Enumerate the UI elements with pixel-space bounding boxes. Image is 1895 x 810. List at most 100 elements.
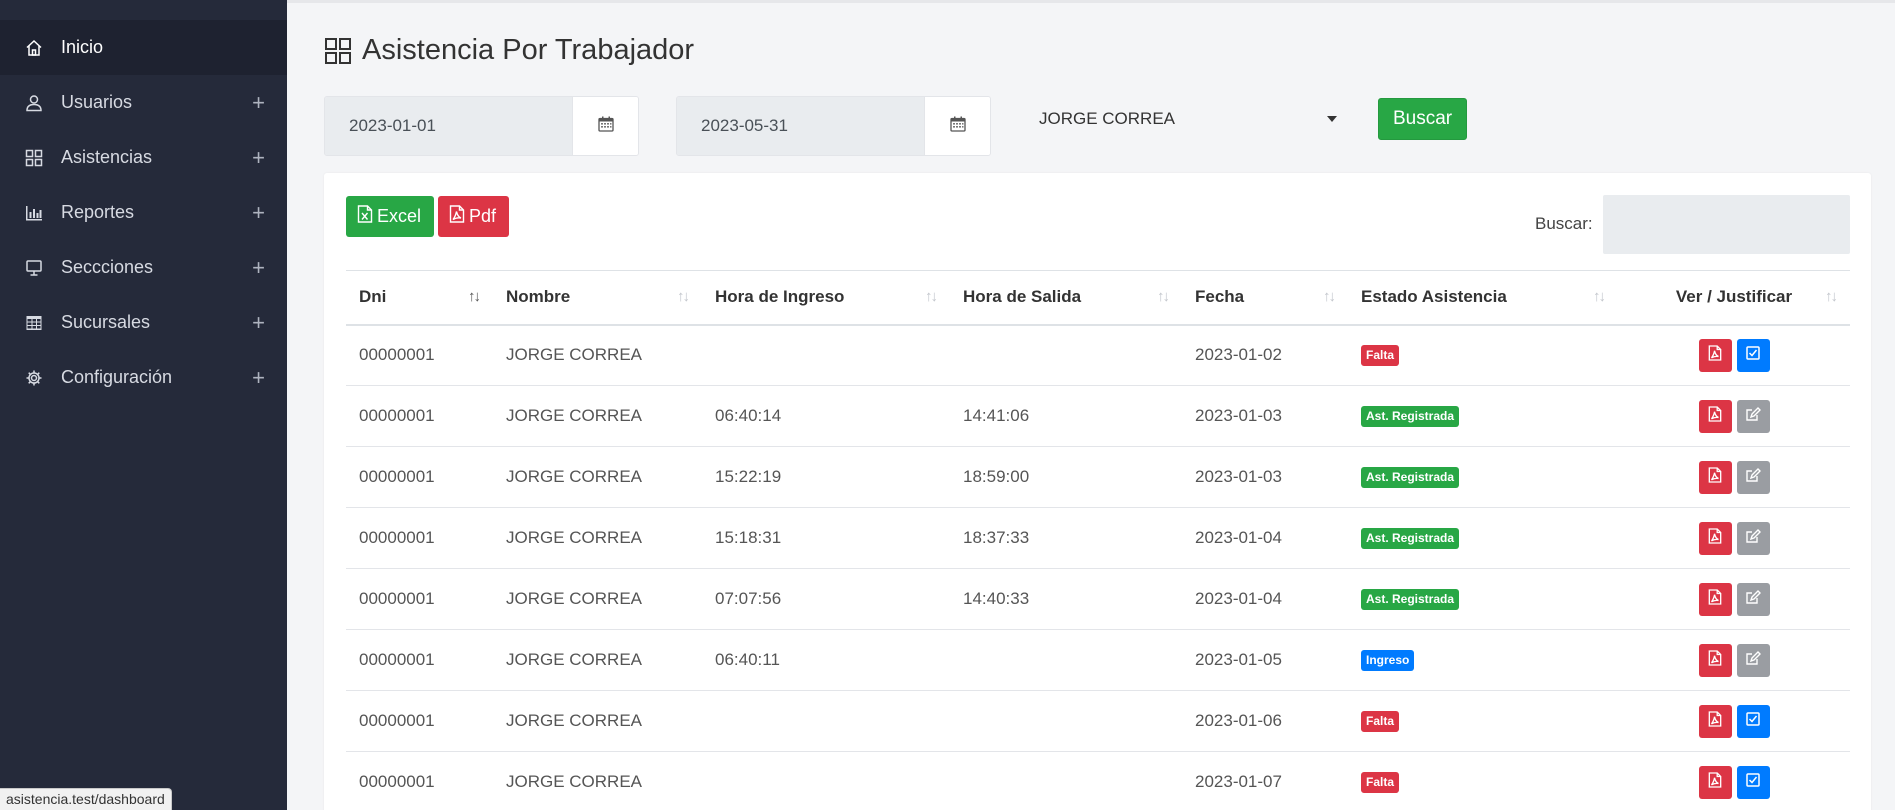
edit-button[interactable] xyxy=(1736,399,1770,433)
cell-fecha: 2023-01-05 xyxy=(1182,629,1348,691)
sidebar-nav: Inicio Usuarios + Asistencias + Reportes… xyxy=(0,0,287,405)
column-header-hora-salida[interactable]: Hora de Salida ↑↓ xyxy=(950,270,1182,326)
sidebar-item-reportes[interactable]: Reportes + xyxy=(0,185,287,240)
row-actions xyxy=(1698,643,1770,677)
status-badge: Falta xyxy=(1361,711,1400,732)
view-pdf-button[interactable] xyxy=(1698,338,1732,372)
sort-icon: ↑↓ xyxy=(1157,288,1170,305)
edit-button[interactable] xyxy=(1736,582,1770,616)
column-header-estado[interactable]: Estado Asistencia ↑↓ xyxy=(1348,270,1618,326)
cell-fecha: 2023-01-03 xyxy=(1182,446,1348,508)
plus-icon[interactable]: + xyxy=(252,200,265,226)
date-from-input[interactable] xyxy=(325,97,572,155)
sidebar-item-asistencias[interactable]: Asistencias + xyxy=(0,130,287,185)
plus-icon[interactable]: + xyxy=(252,90,265,116)
status-badge: Ast. Registrada xyxy=(1361,467,1460,488)
plus-icon[interactable]: + xyxy=(252,310,265,336)
view-pdf-button[interactable] xyxy=(1698,704,1732,738)
view-pdf-button[interactable] xyxy=(1698,399,1732,433)
worker-select[interactable]: JORGE CORREA xyxy=(1033,97,1343,141)
column-header-fecha[interactable]: Fecha ↑↓ xyxy=(1182,270,1348,326)
table-row: 00000001 JORGE CORREA 2023-01-07 Falta xyxy=(346,751,1850,810)
column-header-acciones[interactable]: Ver / Justificar ↑↓ xyxy=(1618,270,1850,326)
cell-hora-salida xyxy=(950,324,1182,386)
file-pdf-icon xyxy=(1708,527,1722,549)
table-row: 00000001 JORGE CORREA 06:40:11 2023-01-05 In… xyxy=(346,629,1850,691)
view-pdf-button[interactable] xyxy=(1698,765,1732,799)
cell-estado: Ast. Registrada xyxy=(1348,568,1618,630)
sidebar-item-label: Seccciones xyxy=(61,257,154,277)
sidebar-item-inicio[interactable]: Inicio xyxy=(0,20,287,75)
cell-fecha: 2023-01-07 xyxy=(1182,751,1348,810)
cell-hora-salida xyxy=(950,690,1182,752)
view-pdf-button[interactable] xyxy=(1698,643,1732,677)
table-row: 00000001 JORGE CORREA 07:07:56 14:40:33 2023… xyxy=(346,568,1850,630)
row-actions xyxy=(1698,765,1770,799)
cell-nombre: JORGE CORREA xyxy=(493,690,702,752)
cell-hora-ingreso: 06:40:14 xyxy=(702,385,950,447)
results-card: Excel Pdf Buscar: Dni ↑↓ Nombre ↑↓ Hora de… xyxy=(324,173,1871,810)
cell-fecha: 2023-01-06 xyxy=(1182,690,1348,752)
sidebar-item-usuarios[interactable]: Usuarios + xyxy=(0,75,287,130)
view-pdf-button[interactable] xyxy=(1698,582,1732,616)
page-title: Asistencia Por Trabajador xyxy=(324,34,694,67)
cell-acciones xyxy=(1618,629,1850,691)
calendar-button[interactable] xyxy=(924,97,990,155)
plus-icon[interactable]: + xyxy=(252,145,265,171)
view-pdf-button[interactable] xyxy=(1698,460,1732,494)
cell-estado: Falta xyxy=(1348,690,1618,752)
export-buttons: Excel Pdf xyxy=(346,196,510,237)
justify-button[interactable] xyxy=(1736,765,1770,799)
cell-hora-ingreso: 15:18:31 xyxy=(702,507,950,569)
export-pdf-button[interactable]: Pdf xyxy=(438,196,510,237)
status-badge: Ast. Registrada xyxy=(1361,589,1460,610)
date-to-input[interactable] xyxy=(677,97,924,155)
file-pdf-icon xyxy=(1708,588,1722,610)
cell-nombre: JORGE CORREA xyxy=(493,751,702,810)
justify-button[interactable] xyxy=(1736,704,1770,738)
export-excel-label: Excel xyxy=(377,206,422,226)
edit-button[interactable] xyxy=(1736,521,1770,555)
justify-button[interactable] xyxy=(1736,338,1770,372)
calendar-button[interactable] xyxy=(572,97,638,155)
sidebar-item-label: Sucursales xyxy=(61,312,151,332)
sidebar-item-label: Inicio xyxy=(61,37,104,57)
cell-hora-ingreso: 07:07:56 xyxy=(702,568,950,630)
file-pdf-icon xyxy=(1708,710,1722,732)
status-bar-url: asistencia.test/dashboard xyxy=(0,788,172,810)
sidebar-item-seccciones[interactable]: Seccciones + xyxy=(0,240,287,295)
cell-hora-salida: 18:59:00 xyxy=(950,446,1182,508)
sort-icon: ↑↓ xyxy=(1323,288,1336,305)
sidebar-item-label: Usuarios xyxy=(61,92,133,112)
cell-dni: 00000001 xyxy=(346,751,493,810)
main-content: Asistencia Por Trabajador JORGE CORREA B… xyxy=(287,0,1895,810)
edit-button[interactable] xyxy=(1736,460,1770,494)
cell-nombre: JORGE CORREA xyxy=(493,446,702,508)
edit-icon xyxy=(1745,589,1761,609)
attendance-table: Dni ↑↓ Nombre ↑↓ Hora de Ingreso ↑↓ Hora de… xyxy=(346,270,1850,810)
column-header-nombre[interactable]: Nombre ↑↓ xyxy=(493,270,702,326)
column-header-hora-ingreso[interactable]: Hora de Ingreso ↑↓ xyxy=(702,270,950,326)
user-icon xyxy=(24,93,44,113)
table-row: 00000001 JORGE CORREA 06:40:14 14:41:06 2023… xyxy=(346,385,1850,447)
sidebar-item-configuracion[interactable]: Configuración + xyxy=(0,350,287,405)
check-square-icon xyxy=(1746,345,1760,365)
search-button[interactable]: Buscar xyxy=(1378,98,1468,140)
check-square-icon xyxy=(1746,772,1760,792)
table-row: 00000001 JORGE CORREA 15:18:31 18:37:33 2023… xyxy=(346,507,1850,569)
edit-button[interactable] xyxy=(1736,643,1770,677)
cell-estado: Ingreso xyxy=(1348,629,1618,691)
table-body: 00000001 JORGE CORREA 2023-01-02 Falta 00000… xyxy=(346,324,1850,810)
view-pdf-button[interactable] xyxy=(1698,521,1732,555)
plus-icon[interactable]: + xyxy=(252,365,265,391)
sort-icon: ↑↓ xyxy=(925,288,938,305)
column-header-dni[interactable]: Dni ↑↓ xyxy=(346,270,493,326)
sidebar-item-sucursales[interactable]: Sucursales + xyxy=(0,295,287,350)
cell-dni: 00000001 xyxy=(346,446,493,508)
plus-icon[interactable]: + xyxy=(252,255,265,281)
export-excel-button[interactable]: Excel xyxy=(346,196,435,237)
cell-estado: Ast. Registrada xyxy=(1348,385,1618,447)
table-search-input[interactable] xyxy=(1603,195,1850,254)
check-square-icon xyxy=(1746,711,1760,731)
cell-dni: 00000001 xyxy=(346,507,493,569)
